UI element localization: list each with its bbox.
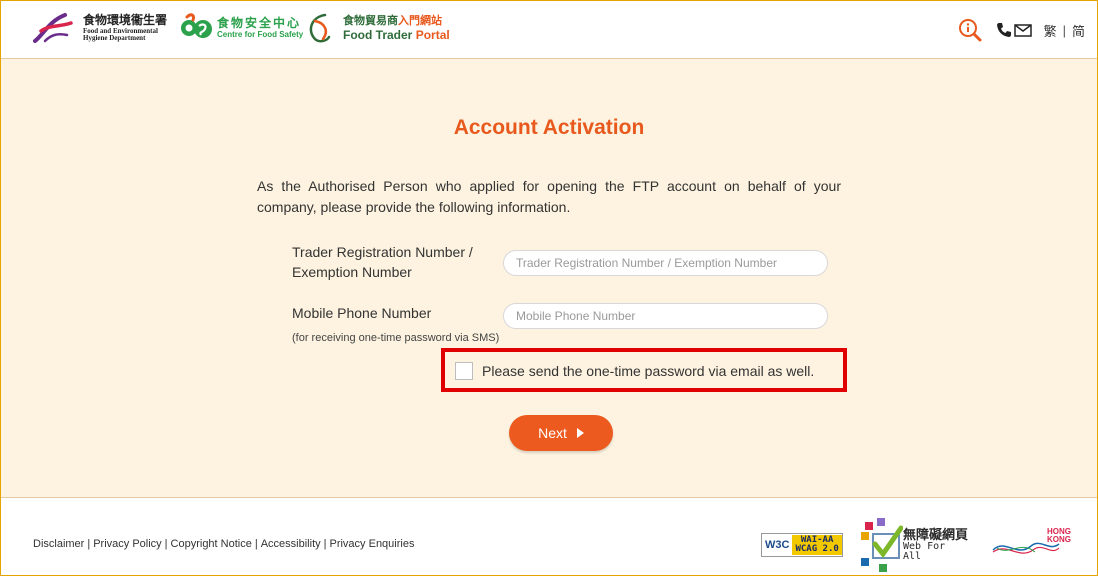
- site-footer: Disclaimer | Privacy Policy | Copyright Noti…: [1, 498, 1097, 575]
- phone-icon[interactable]: [996, 22, 1012, 38]
- w3c-wcag-badge[interactable]: W3C WAI-AA WCAG 2.0: [761, 533, 843, 557]
- brand-hong-kong-logo[interactable]: HONG KONG: [991, 528, 1071, 562]
- play-arrow-icon: [576, 428, 584, 438]
- footer-link-copyright[interactable]: Copyright Notice: [171, 538, 252, 550]
- wfa-badge-zh: 無障礙網頁: [903, 527, 969, 542]
- ftp-logo-zh: 食物貿易商入門網站: [343, 14, 450, 27]
- footer-link-disclaimer[interactable]: Disclaimer: [33, 538, 84, 550]
- wfa-badge-en: Web For All: [903, 540, 946, 563]
- email-otp-checkbox[interactable]: [455, 362, 473, 380]
- mobile-number-sublabel: (for receiving one-time password via SMS…: [292, 332, 500, 344]
- footer-link-privacy-enquiries[interactable]: Privacy Enquiries: [329, 538, 414, 550]
- ftp-logo-icon: [309, 13, 331, 43]
- cfs-logo[interactable]: 食物安全中心 Centre for Food Safety: [179, 11, 303, 45]
- ftp-logo-zh-main: 食物貿易商: [343, 14, 398, 27]
- footer-link-privacy-policy[interactable]: Privacy Policy: [93, 538, 161, 550]
- lang-simplified-link[interactable]: 简: [1072, 21, 1085, 40]
- w3c-badge-label: W3C: [765, 539, 790, 551]
- cfs-logo-zh: 食物安全中心: [217, 16, 302, 30]
- ftp-logo-zh-accent: 入門網站: [398, 14, 442, 27]
- lang-separator: |: [1062, 22, 1066, 38]
- intro-text: As the Authorised Person who applied for…: [257, 178, 841, 215]
- brand-hk-line2: KONG: [1047, 535, 1071, 544]
- ftp-logo-en-main: Food Trader: [343, 27, 413, 42]
- next-button-label: Next: [538, 425, 567, 441]
- footer-link-accessibility[interactable]: Accessibility: [261, 538, 321, 550]
- footer-links: Disclaimer | Privacy Policy | Copyright Noti…: [33, 538, 415, 550]
- wai-aa-line2: WCAG 2.0: [795, 544, 839, 554]
- fehd-logo[interactable]: 食物環境衞生署 Food and Environmental Hygiene D…: [31, 11, 167, 45]
- fehd-logo-en-2: Hygiene Department: [83, 34, 146, 42]
- trader-number-label-line1: Trader Registration Number /: [292, 244, 473, 260]
- web-for-all-badge[interactable]: 無障礙網頁 Web For All: [859, 518, 969, 574]
- email-otp-label[interactable]: Please send the one-time password via em…: [482, 363, 814, 379]
- trader-number-input[interactable]: [503, 250, 828, 276]
- header-tools: 繁 | 简: [958, 18, 1085, 42]
- main-content: Account Activation As the Authorised Per…: [1, 59, 1097, 498]
- lang-traditional-link[interactable]: 繁: [1044, 21, 1057, 40]
- mobile-number-label: Mobile Phone Number: [292, 305, 432, 321]
- page-title: Account Activation: [453, 116, 645, 139]
- web-for-all-icon: [861, 518, 904, 572]
- cfs-logo-en: Centre for Food Safety: [217, 30, 304, 39]
- brand-hk-text: HONG KONG: [1047, 528, 1071, 544]
- next-button[interactable]: Next: [509, 415, 613, 451]
- info-search-icon[interactable]: [958, 18, 982, 42]
- fehd-logo-icon: [33, 13, 73, 43]
- cfs-logo-icon: [181, 13, 212, 38]
- fehd-logo-zh: 食物環境衞生署: [83, 13, 168, 27]
- ftp-logo-en: Food Trader Portal: [343, 29, 450, 41]
- mobile-number-input[interactable]: [503, 303, 828, 329]
- trader-number-label-line2: Exemption Number: [292, 264, 412, 280]
- trader-number-label: Trader Registration Number / Exemption N…: [292, 242, 473, 282]
- ftp-logo[interactable]: 食物貿易商入門網站 Food Trader Portal: [303, 11, 450, 45]
- site-header: 食物環境衞生署 Food and Environmental Hygiene D…: [1, 1, 1097, 59]
- wai-aa-badge: WAI-AA WCAG 2.0: [792, 535, 842, 555]
- mail-icon[interactable]: [1013, 22, 1032, 38]
- ftp-logo-en-accent: Portal: [415, 27, 450, 42]
